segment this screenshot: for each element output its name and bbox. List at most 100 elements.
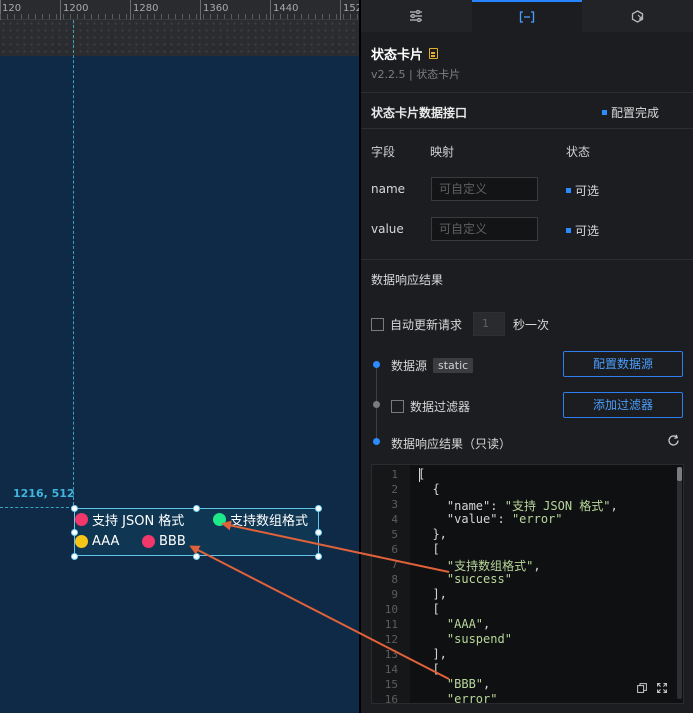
ruler-label: 152 (343, 3, 359, 14)
sliders-icon (410, 10, 423, 22)
line-number: 11 (384, 618, 398, 631)
ruler-minor-tick (231, 14, 232, 19)
config-data-source-button[interactable]: 配置数据源 (563, 351, 683, 377)
ruler-tick (200, 0, 201, 20)
data-filter-step[interactable]: 数据过滤器 (391, 398, 470, 415)
resize-handle-top[interactable] (193, 505, 200, 512)
ruler-minor-tick (308, 14, 309, 19)
status-square-icon (566, 188, 571, 193)
code-line: { (418, 482, 440, 496)
ruler-minor-tick (147, 14, 148, 19)
line-number: 7 (391, 558, 398, 571)
ruler-minor-tick (175, 14, 176, 19)
section-divider (361, 128, 693, 129)
line-number: 12 (384, 633, 398, 646)
data-source-label: 数据源 (391, 359, 428, 373)
data-filter-label: 数据过滤器 (410, 400, 471, 414)
data-interface-icon (519, 11, 535, 23)
resize-handle-bottom[interactable] (193, 553, 200, 560)
status-card-widget[interactable]: 支持 JSON 格式 支持数组格式 AAA BBB (71, 505, 322, 560)
interval-input[interactable]: 1 (473, 312, 505, 336)
status-item-bbb: BBB (142, 534, 186, 549)
ruler-label: 1200 (63, 3, 89, 14)
tab-data[interactable] (471, 0, 583, 32)
code-line: [ (418, 602, 440, 616)
ruler-minor-tick (84, 14, 85, 19)
status-square-icon (566, 228, 571, 233)
tab-interaction[interactable] (582, 0, 693, 32)
pipeline-step-dot (373, 361, 380, 368)
line-number: 16 (384, 693, 398, 704)
ruler-minor-tick (280, 14, 281, 19)
code-line: "suspend" (446, 632, 512, 646)
status-item-label: AAA (92, 534, 120, 549)
ruler-minor-tick (161, 14, 162, 19)
line-number: 8 (391, 573, 398, 586)
line-number: 15 (384, 678, 398, 691)
code-line: [ (418, 542, 440, 556)
resize-handle-top-right[interactable] (315, 505, 322, 512)
refresh-icon[interactable] (667, 434, 680, 447)
section-divider (361, 259, 693, 260)
status-item-label: 支持数组格式 (230, 514, 309, 529)
ruler-minor-tick (28, 14, 29, 19)
editor-scrollbar-thumb[interactable] (677, 467, 682, 481)
ruler-minor-tick (224, 14, 225, 19)
auto-update-checkbox[interactable] (371, 318, 384, 331)
ruler-minor-tick (329, 14, 330, 19)
line-number: 5 (391, 528, 398, 541)
ruler-minor-tick (196, 14, 197, 19)
header-status: 状态 (566, 145, 591, 159)
document-icon[interactable] (429, 48, 439, 59)
fullscreen-icon[interactable] (657, 683, 667, 693)
add-filter-button[interactable]: 添加过滤器 (563, 392, 683, 418)
status-item-label: 支持 JSON 格式 (92, 514, 185, 529)
ruler-minor-tick (343, 14, 344, 19)
ruler-minor-tick (14, 14, 15, 19)
line-number: 13 (384, 648, 398, 661)
editor-scrollbar-track[interactable] (677, 467, 682, 699)
line-number: 6 (391, 543, 398, 556)
resize-handle-bottom-left[interactable] (71, 553, 78, 560)
resize-handle-bottom-right[interactable] (315, 553, 322, 560)
line-number-gutter: 1 2 3 4 5 6 7 8 9 10 11 12 13 14 15 16 (372, 465, 410, 703)
ruler-minor-tick (91, 14, 92, 19)
resize-handle-right[interactable] (315, 529, 322, 536)
canvas-area[interactable]: 120 1200 1280 1360 1440 152 1216, 512 支持… (0, 0, 359, 713)
ruler-minor-tick (252, 14, 253, 19)
data-source-type-badge: static (433, 358, 474, 373)
auto-update-toggle[interactable]: 自动更新请求 (371, 316, 462, 333)
ruler-minor-tick (182, 14, 183, 19)
code-line: "BBB", (446, 677, 491, 691)
code-line: "value": "error" (446, 512, 563, 526)
ruler-minor-tick (112, 14, 113, 19)
result-section-title: 数据响应结果 (371, 273, 444, 287)
code-line: "error" (446, 692, 498, 704)
line-number: 3 (391, 498, 398, 511)
ruler-minor-tick (56, 14, 57, 19)
code-line: ], (418, 647, 447, 661)
ruler-minor-tick (203, 14, 204, 19)
field-status-name: 可选 (566, 182, 599, 199)
text-cursor (419, 468, 420, 482)
json-result-editor[interactable]: 1 2 3 4 5 6 7 8 9 10 11 12 13 14 15 16 [ { "name": "支持 … (371, 464, 684, 704)
settings-panel: 状态卡片 v2.2.5 | 状态卡片 状态卡片数据接口 配置完成 字段 映射 状… (361, 0, 693, 713)
ruler-minor-tick (105, 14, 106, 19)
component-version: v2.2.5 | 状态卡片 (371, 68, 461, 81)
ruler-label: 1360 (203, 3, 229, 14)
ruler-minor-tick (336, 14, 337, 19)
ruler-minor-tick (245, 14, 246, 19)
mapping-input-value[interactable]: 可自定义 (431, 217, 538, 241)
status-square-icon (601, 110, 607, 115)
copy-icon[interactable] (637, 683, 647, 693)
data-filter-checkbox[interactable] (391, 400, 404, 413)
component-name: 状态卡片 (371, 48, 424, 63)
ruler-label: 120 (2, 3, 22, 14)
tab-style-settings[interactable] (361, 0, 472, 32)
mapping-input-name[interactable]: 可自定义 (431, 177, 538, 201)
line-number: 9 (391, 588, 398, 601)
code-line: "AAA", (446, 617, 491, 631)
ruler-minor-tick (315, 14, 316, 19)
code-line: }, (418, 527, 447, 541)
code-line: [ (418, 662, 440, 676)
